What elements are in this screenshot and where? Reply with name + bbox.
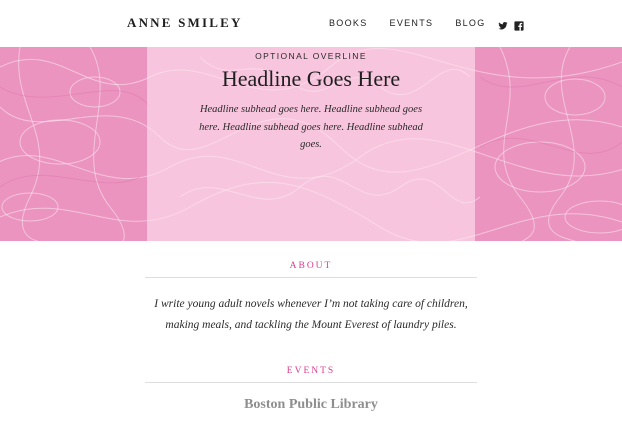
about-divider xyxy=(145,277,477,278)
site-brand[interactable]: ANNE SMILEY xyxy=(127,15,243,31)
nav-blog[interactable]: BLOG xyxy=(455,17,485,29)
nav-books[interactable]: BOOKS xyxy=(329,17,368,29)
twitter-icon[interactable] xyxy=(497,18,508,30)
main-nav: BOOKS EVENTS BLOG xyxy=(329,17,530,31)
hero-headline: Headline Goes Here xyxy=(221,66,401,91)
hero-overline: OPTIONAL OVERLINE xyxy=(255,51,367,61)
about-text: I write young adult novels whenever I’m … xyxy=(154,298,468,331)
site-header: ANNE SMILEY BOOKS EVENTS BLOG xyxy=(0,0,622,47)
events-divider xyxy=(145,382,477,383)
about-title: ABOUT xyxy=(289,261,333,271)
hero-subhead: Headline subhead goes here. Headline sub… xyxy=(199,104,423,150)
nav-events[interactable]: EVENTS xyxy=(390,17,434,29)
facebook-icon[interactable] xyxy=(513,18,524,31)
events-title: EVENTS xyxy=(286,366,336,376)
scroll-fade xyxy=(0,404,622,444)
